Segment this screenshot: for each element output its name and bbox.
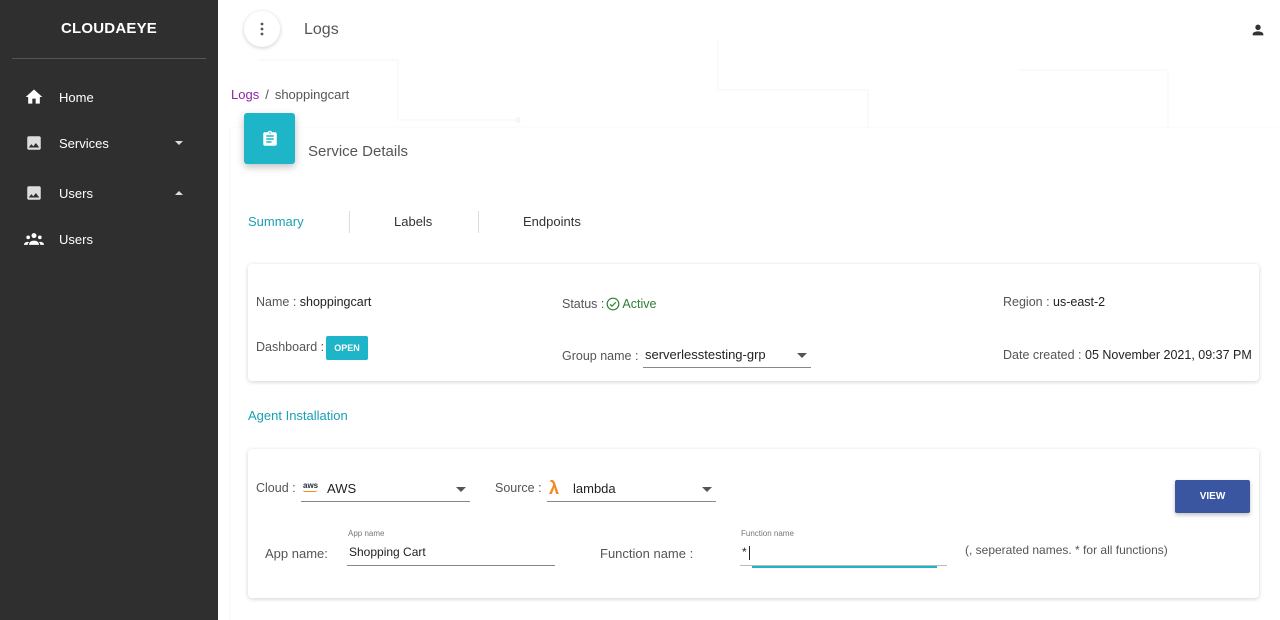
- page-title: Logs: [304, 21, 339, 38]
- lambda-icon: λ: [549, 478, 560, 498]
- sidebar-item-label: Users: [59, 231, 93, 247]
- cloud-select[interactable]: aws AWS: [301, 475, 470, 502]
- function-name-hint: (, seperated names. * for all functions): [965, 543, 1168, 557]
- view-button[interactable]: VIEW: [1175, 480, 1250, 513]
- date-created-value: 05 November 2021, 09:37 PM: [1085, 348, 1252, 362]
- status-row: Status : Active: [562, 297, 656, 311]
- app-name-field-label: App name: [348, 529, 385, 538]
- tab-divider: [478, 211, 479, 233]
- date-created-row: Date created : 05 November 2021, 09:37 P…: [1003, 348, 1252, 362]
- dropdown-arrow-icon: [797, 353, 807, 358]
- tab-endpoints[interactable]: Endpoints: [523, 214, 581, 229]
- sidebar: CLOUDAEYE Home Services Users Users: [0, 0, 218, 620]
- home-icon: [24, 87, 44, 107]
- more-options-button[interactable]: [244, 11, 280, 47]
- image-icon: [24, 183, 44, 203]
- app-name-value: Shopping Cart: [349, 545, 426, 559]
- date-created-label: Date created :: [1003, 348, 1085, 362]
- text-cursor: [749, 546, 750, 560]
- breadcrumb: Logs / shoppingcart: [231, 87, 349, 102]
- tab-labels[interactable]: Labels: [394, 214, 432, 229]
- function-name-label: Function name :: [600, 546, 694, 561]
- group-name-value: serverlesstesting-grp: [645, 347, 766, 362]
- source-select[interactable]: λ lambda: [547, 475, 716, 502]
- card-title: Service Details: [308, 143, 409, 160]
- source-value: lambda: [573, 481, 616, 496]
- function-name-value: *: [742, 545, 747, 559]
- dropdown-arrow-icon: [702, 487, 712, 492]
- cloud-value: AWS: [327, 481, 357, 496]
- sidebar-item-users[interactable]: Users: [0, 219, 218, 259]
- main-content: Logs Logs / shoppingcart Service Details…: [218, 0, 1280, 620]
- function-name-field-label: Function name: [741, 529, 794, 538]
- app-name-input[interactable]: Shopping Cart: [347, 538, 555, 566]
- cloud-label: Cloud :: [256, 481, 296, 495]
- function-name-input[interactable]: *: [740, 538, 947, 566]
- sidebar-item-services[interactable]: Services: [0, 123, 218, 163]
- sidebar-item-label: Home: [59, 89, 94, 105]
- caret-down-icon: [174, 138, 184, 148]
- sidebar-item-users-menu[interactable]: Users: [0, 173, 218, 213]
- dashboard-label: Dashboard :: [256, 340, 325, 354]
- breadcrumb-separator: /: [265, 87, 269, 102]
- name-row: Name : shoppingcart: [256, 295, 371, 309]
- user-account-icon[interactable]: [1250, 22, 1266, 38]
- clipboard-icon: [262, 130, 277, 146]
- dashboard-open-button[interactable]: OPEN: [326, 336, 368, 360]
- status-value: Active: [622, 297, 657, 311]
- breadcrumb-current: shoppingcart: [274, 87, 350, 102]
- sidebar-item-label: Services: [59, 135, 109, 151]
- image-icon: [24, 133, 44, 153]
- group-name-select[interactable]: serverlesstesting-grp: [643, 341, 811, 368]
- caret-up-icon: [174, 188, 184, 198]
- agent-installation-title: Agent Installation: [248, 408, 348, 423]
- users-group-icon: [24, 229, 44, 249]
- sidebar-item-label: Users: [59, 185, 93, 201]
- region-label: Region :: [1003, 295, 1054, 309]
- status-label: Status :: [562, 297, 605, 311]
- sidebar-item-home[interactable]: Home: [0, 77, 218, 117]
- source-label: Source :: [495, 481, 542, 495]
- check-circle-icon: [606, 297, 620, 311]
- card-header-icon-box: [244, 113, 295, 164]
- tab-divider: [349, 211, 350, 233]
- aws-icon: aws: [303, 481, 319, 492]
- function-name-focus-underline: [752, 566, 937, 568]
- sidebar-divider: [12, 58, 206, 59]
- region-value: us-east-2: [1053, 295, 1106, 309]
- region-row: Region : us-east-2: [1003, 295, 1105, 309]
- name-label: Name :: [256, 295, 300, 309]
- agent-installation-panel: [248, 449, 1259, 598]
- tab-summary[interactable]: Summary: [248, 214, 304, 229]
- group-name-label: Group name :: [562, 349, 639, 363]
- app-name-label: App name:: [265, 546, 328, 561]
- more-vert-icon: [260, 22, 264, 36]
- dropdown-arrow-icon: [456, 487, 466, 492]
- name-value: shoppingcart: [299, 295, 372, 309]
- brand-title: CLOUDAEYE: [61, 20, 157, 37]
- breadcrumb-link-logs[interactable]: Logs: [231, 87, 259, 102]
